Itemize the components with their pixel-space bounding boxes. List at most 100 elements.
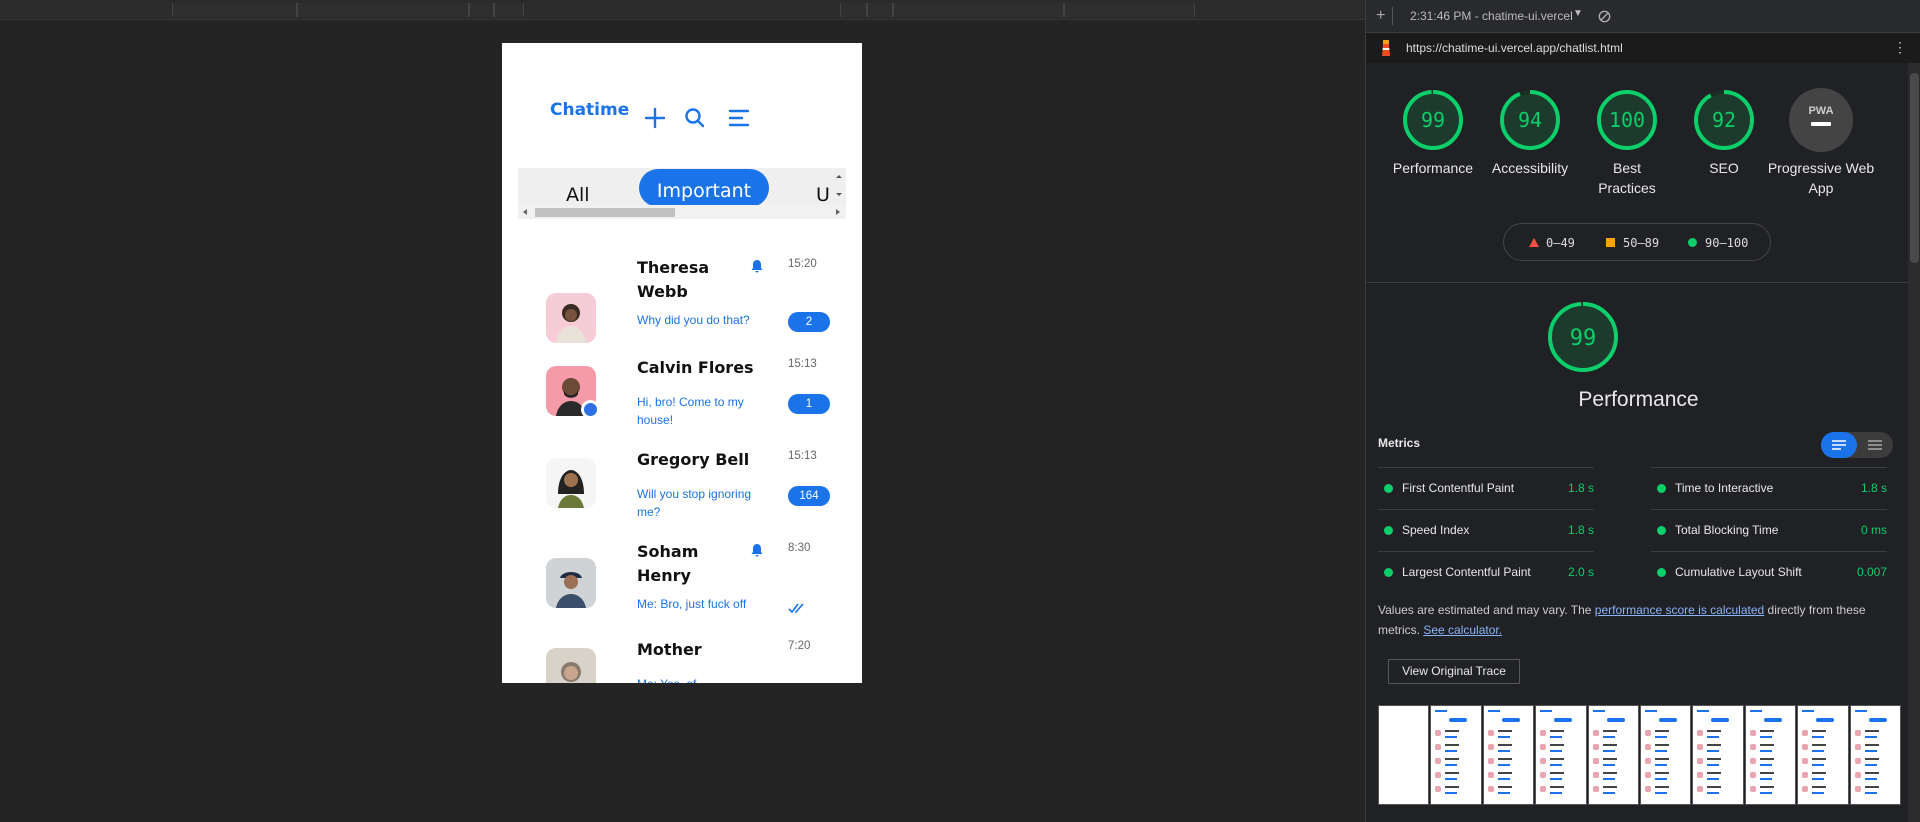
ruler-segment bbox=[867, 3, 893, 17]
chat-time: 15:13 bbox=[788, 450, 817, 462]
score-value: 100 bbox=[1609, 108, 1645, 132]
avatar bbox=[546, 458, 596, 508]
panel-vscrollbar[interactable] bbox=[1908, 63, 1920, 822]
chat-preview: Me: Bro, just fuck off bbox=[637, 597, 747, 611]
search-icon[interactable] bbox=[682, 105, 708, 131]
chat-time: 8:30 bbox=[788, 542, 811, 554]
view-original-trace-button[interactable]: View Original Trace bbox=[1388, 659, 1520, 684]
pass-dot-icon bbox=[1657, 568, 1666, 577]
gauge-label: Performance bbox=[1392, 160, 1474, 176]
pass-dot-icon bbox=[1657, 484, 1666, 493]
chat-item[interactable]: Soham Henry 8:30 Me: Bro, just fuck off bbox=[502, 540, 862, 640]
ruler-segment bbox=[494, 3, 524, 17]
score-calculated-link[interactable]: performance score is calculated bbox=[1595, 603, 1764, 617]
chat-name: Soham Henry bbox=[637, 542, 699, 585]
scrollbar-thumb[interactable] bbox=[535, 208, 675, 217]
pass-dot-icon bbox=[1384, 526, 1393, 535]
gauge-performance[interactable]: 99 Performance bbox=[1388, 88, 1478, 178]
scrollbar-thumb[interactable] bbox=[1910, 73, 1919, 263]
chat-name: Theresa Webb bbox=[637, 258, 710, 301]
dropdown-arrow-icon[interactable]: ▼ bbox=[1573, 8, 1583, 19]
chat-name: Mother bbox=[637, 640, 702, 659]
clear-icon[interactable] bbox=[1598, 10, 1611, 23]
score-gauge: 92 bbox=[1694, 90, 1754, 150]
chat-name: Calvin Flores bbox=[637, 358, 754, 377]
metric-value: 0.007 bbox=[1856, 565, 1887, 579]
person-avatar-icon bbox=[556, 304, 586, 343]
mute-bell-icon bbox=[751, 544, 763, 557]
filmstrip-frame bbox=[1640, 705, 1692, 805]
ruler-segment bbox=[1064, 3, 1195, 17]
legend-average: 50–89 bbox=[1623, 236, 1660, 250]
add-icon[interactable] bbox=[642, 105, 668, 131]
average-square-icon bbox=[1606, 238, 1615, 247]
gauge-label: Accessibility bbox=[1491, 160, 1569, 176]
unread-badge: 1 bbox=[788, 394, 830, 414]
metric-label: Speed Index bbox=[1402, 523, 1470, 537]
filmstrip-frame bbox=[1430, 705, 1482, 805]
new-report-icon[interactable]: + bbox=[1376, 7, 1385, 25]
gauge-label: SEO bbox=[1709, 160, 1739, 176]
gauge-label: Progressive Web App bbox=[1767, 160, 1875, 196]
device-toolbar-ruler bbox=[0, 0, 1365, 20]
gauge-seo[interactable]: 92 SEO bbox=[1679, 88, 1769, 178]
scroll-left-arrow-icon[interactable] bbox=[521, 208, 529, 216]
ruler-segment bbox=[840, 3, 867, 17]
score-value: 94 bbox=[1518, 108, 1542, 132]
audited-url[interactable]: https://chatime-ui.vercel.app/chatlist.h… bbox=[1406, 41, 1623, 55]
chat-preview: Will you stop ignoring me? bbox=[637, 487, 752, 519]
chat-item[interactable]: Gregory Bell 15:13 Will you stop ignorin… bbox=[502, 448, 862, 540]
metrics-heading: Metrics bbox=[1378, 436, 1421, 450]
metric-value: 1.8 s bbox=[1567, 481, 1594, 495]
metric-row: Total Blocking Time 0 ms bbox=[1651, 509, 1887, 551]
tabs-vscroll-arrows[interactable] bbox=[834, 172, 844, 198]
gauge-pwa[interactable]: PWA Progressive Web App bbox=[1766, 88, 1876, 198]
avatar bbox=[546, 293, 596, 343]
scroll-right-arrow-icon[interactable] bbox=[834, 208, 842, 216]
legend-pass: 90–100 bbox=[1705, 236, 1749, 250]
metric-row: Speed Index 1.8 s bbox=[1378, 509, 1594, 551]
tab-important[interactable]: Important bbox=[639, 169, 769, 207]
ruler-segment bbox=[172, 3, 297, 17]
chat-item[interactable]: Calvin Flores 15:13 Hi, bro! Come to my … bbox=[502, 356, 862, 448]
expanded-view-icon[interactable] bbox=[1868, 440, 1882, 450]
metric-value: 2.0 s bbox=[1567, 565, 1594, 579]
metric-row: Cumulative Layout Shift 0.007 bbox=[1651, 551, 1887, 593]
filmstrip-frame bbox=[1692, 705, 1744, 805]
chat-item[interactable]: Theresa Webb 15:20 Why did you do that? … bbox=[502, 256, 862, 356]
filmstrip-frame bbox=[1378, 705, 1430, 805]
person-avatar-icon bbox=[556, 572, 586, 608]
performance-title: Performance bbox=[1578, 388, 1699, 411]
online-indicator bbox=[581, 400, 600, 419]
menu-icon[interactable] bbox=[726, 105, 752, 131]
gauge-best-practices[interactable]: 100 Best Practices bbox=[1582, 88, 1672, 198]
person-avatar-icon bbox=[558, 470, 584, 508]
filmstrip-frame bbox=[1797, 705, 1849, 805]
lighthouse-icon bbox=[1382, 40, 1390, 56]
report-toolbar: + 2:31:46 PM - chatime-ui.vercel ▼ bbox=[1366, 0, 1920, 33]
chat-item[interactable]: Mother 7:20 Me: Yes, of... bbox=[502, 638, 862, 683]
chat-preview: Me: Yes, of... bbox=[637, 675, 772, 683]
tab-unread[interactable]: U bbox=[816, 184, 830, 206]
score-value: 99 bbox=[1570, 326, 1597, 351]
pass-dot-icon bbox=[1384, 568, 1393, 577]
pass-circle-icon bbox=[1688, 238, 1697, 247]
ruler-segment bbox=[297, 3, 469, 17]
metrics-view-toggle[interactable] bbox=[1821, 432, 1893, 458]
chat-name: Gregory Bell bbox=[637, 450, 750, 469]
performance-gauge-large: 99 bbox=[1546, 300, 1626, 379]
metric-label: Time to Interactive bbox=[1675, 481, 1774, 495]
kebab-menu-icon[interactable]: ⋮ bbox=[1893, 39, 1907, 56]
see-calculator-link[interactable]: See calculator. bbox=[1423, 623, 1502, 637]
report-selector[interactable]: 2:31:46 PM - chatime-ui.vercel bbox=[1410, 9, 1573, 23]
pass-dot-icon bbox=[1384, 484, 1393, 493]
tabs-hscrollbar[interactable] bbox=[518, 205, 846, 219]
tab-all[interactable]: All bbox=[566, 184, 590, 206]
mute-bell-icon bbox=[751, 260, 763, 273]
toggle-compact-view[interactable] bbox=[1821, 432, 1857, 458]
gauge-accessibility[interactable]: 94 Accessibility bbox=[1485, 88, 1575, 178]
pwa-badge-icon: PWA bbox=[1789, 88, 1853, 152]
gauge-label: Best Practices bbox=[1598, 160, 1656, 196]
metric-label: First Contentful Paint bbox=[1402, 481, 1515, 495]
score-value: 99 bbox=[1421, 108, 1445, 132]
